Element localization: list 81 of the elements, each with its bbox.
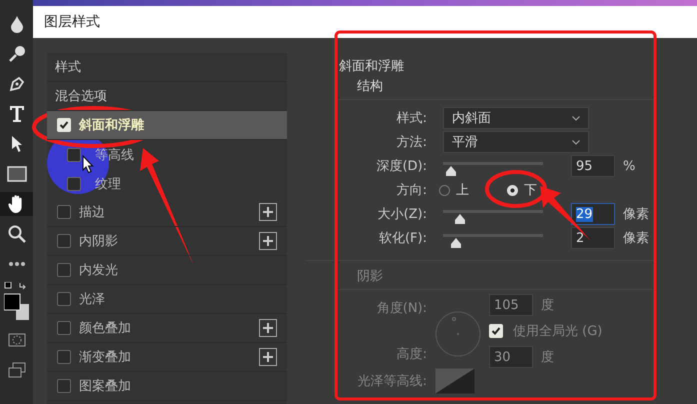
angle-field[interactable]: 105 bbox=[489, 294, 533, 316]
style-dropdown[interactable]: 内斜面 bbox=[443, 107, 589, 129]
checkbox-label: 使用全局光 (G) bbox=[513, 323, 602, 340]
value-field[interactable]: 95 bbox=[571, 155, 615, 177]
field-label: 光泽等高线: bbox=[356, 373, 427, 390]
radio-label: 下 bbox=[524, 182, 537, 199]
value-field[interactable]: 2 bbox=[571, 227, 615, 249]
add-button[interactable] bbox=[259, 203, 277, 221]
effect-label: 等高线 bbox=[95, 146, 135, 164]
effect-row[interactable]: 图案叠加 bbox=[47, 372, 287, 401]
checkbox[interactable] bbox=[57, 292, 71, 306]
checkbox[interactable] bbox=[57, 263, 71, 277]
effect-row[interactable]: 颜色叠加 bbox=[47, 314, 287, 343]
checkbox[interactable] bbox=[57, 205, 71, 219]
add-button[interactable] bbox=[259, 232, 277, 250]
plus-icon bbox=[262, 206, 274, 218]
screen-mode-icon[interactable] bbox=[8, 362, 26, 378]
group-title: 结构 bbox=[335, 77, 655, 100]
checkbox[interactable] bbox=[67, 176, 81, 190]
field-label: 软化(F): bbox=[378, 230, 427, 247]
value-field[interactable]: 29 bbox=[571, 203, 615, 225]
quick-mask-icon[interactable] bbox=[8, 333, 26, 347]
checkbox[interactable] bbox=[57, 321, 71, 335]
field-label: 样式: bbox=[396, 110, 427, 127]
unit-label: 度 bbox=[541, 297, 554, 314]
effect-label: 内阴影 bbox=[79, 233, 119, 250]
effect-label: 颜色叠加 bbox=[79, 320, 132, 337]
unit-label: 像素 bbox=[623, 230, 649, 247]
radio-option[interactable]: 下 bbox=[507, 181, 537, 199]
checkbox[interactable] bbox=[67, 148, 81, 162]
field-label: 深度(D): bbox=[375, 158, 427, 175]
effect-label: 描边 bbox=[79, 204, 106, 221]
unit-label: % bbox=[623, 158, 636, 174]
effect-label: 图案叠加 bbox=[79, 378, 132, 395]
radio-button[interactable] bbox=[439, 184, 450, 196]
zoom-icon[interactable] bbox=[8, 225, 26, 243]
pointer-icon[interactable] bbox=[10, 135, 24, 153]
type-tool-icon[interactable] bbox=[8, 105, 24, 123]
radio-label: 上 bbox=[456, 182, 469, 199]
dialog-title: 图层样式 bbox=[44, 13, 100, 31]
group-title: 阴影 bbox=[335, 267, 655, 290]
field-label: 角度(N): bbox=[376, 300, 427, 317]
add-button[interactable] bbox=[259, 319, 277, 337]
checkbox[interactable] bbox=[57, 379, 71, 393]
effect-label: 光泽 bbox=[79, 291, 106, 308]
chevron-icon bbox=[572, 116, 580, 120]
field-label: 高度: bbox=[396, 346, 427, 363]
checkbox[interactable] bbox=[57, 234, 71, 248]
pen-icon[interactable] bbox=[8, 75, 26, 93]
radio-option[interactable]: 上 bbox=[439, 181, 469, 199]
color-swatches-icon[interactable] bbox=[4, 282, 30, 322]
mouse-cursor-icon bbox=[82, 154, 94, 174]
effect-label: 内发光 bbox=[79, 262, 119, 279]
more-icon[interactable] bbox=[8, 261, 26, 267]
effect-label: 斜面和浮雕 bbox=[79, 117, 145, 134]
field-label: 大小(Z): bbox=[376, 206, 427, 223]
annotation-arrow bbox=[540, 186, 590, 240]
checkbox[interactable] bbox=[57, 350, 71, 364]
effect-row[interactable]: 渐变叠加 bbox=[47, 343, 287, 372]
unit-label: 像素 bbox=[623, 206, 649, 223]
chevron-icon bbox=[572, 140, 580, 144]
rectangle-icon[interactable] bbox=[6, 166, 26, 182]
section-title: 斜面和浮雕 bbox=[338, 58, 405, 76]
plus-icon bbox=[262, 235, 274, 247]
effect-row[interactable]: 等高线 bbox=[47, 140, 287, 169]
add-button[interactable] bbox=[259, 348, 277, 366]
effect-label: 渐变叠加 bbox=[79, 349, 132, 366]
annotation-ellipse bbox=[485, 170, 547, 208]
effect-row[interactable]: 光泽 bbox=[47, 285, 287, 314]
list-item[interactable]: 样式 bbox=[47, 53, 287, 82]
technique-dropdown[interactable]: 平滑 bbox=[443, 131, 589, 153]
field-label: 方法: bbox=[396, 134, 427, 151]
effect-row[interactable]: 内阴影 bbox=[47, 227, 287, 256]
unit-label: 度 bbox=[541, 349, 554, 366]
effect-row[interactable]: 斜面和浮雕 bbox=[47, 111, 287, 140]
plus-icon bbox=[262, 322, 274, 334]
plus-icon bbox=[262, 351, 274, 363]
field-label: 方向: bbox=[396, 182, 427, 199]
drop-icon[interactable] bbox=[10, 15, 24, 33]
altitude-field[interactable]: 30 bbox=[489, 346, 533, 368]
effect-row[interactable]: 内发光 bbox=[47, 256, 287, 285]
